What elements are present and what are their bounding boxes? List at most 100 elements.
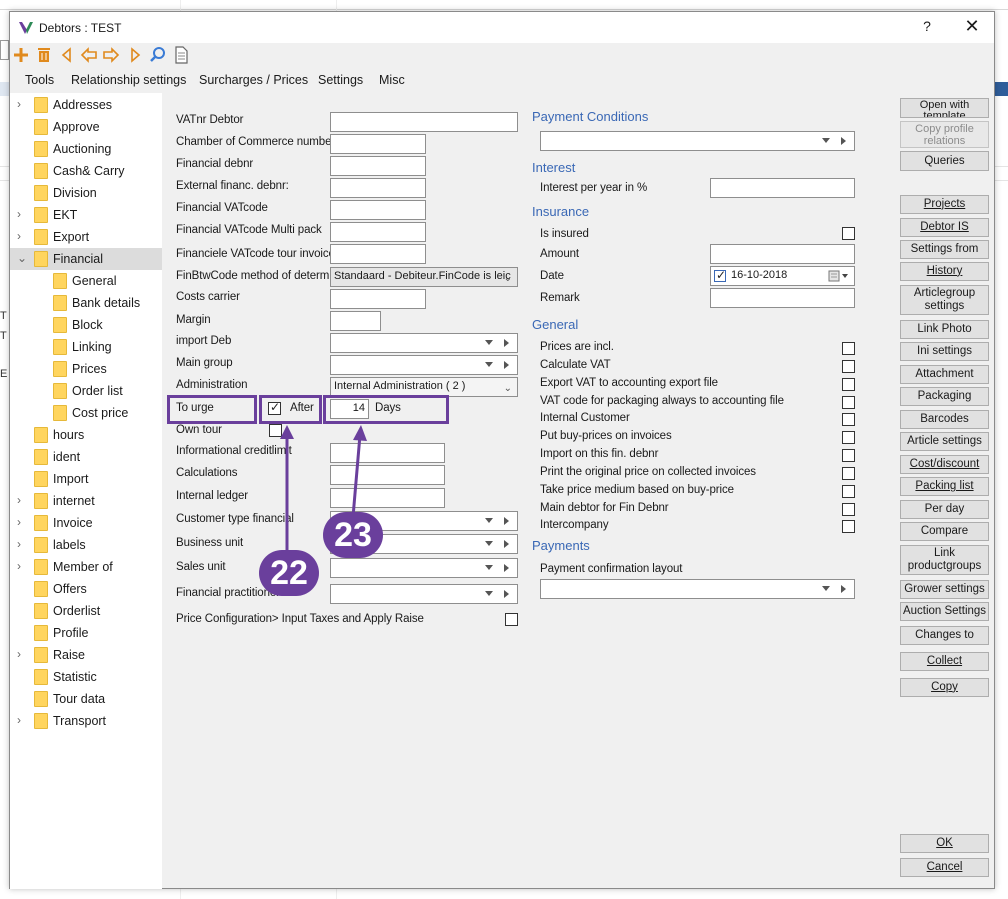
tree-item-hours[interactable]: hours bbox=[10, 424, 162, 446]
remark-input[interactable] bbox=[710, 288, 855, 308]
arrow-right-icon[interactable] bbox=[841, 585, 846, 593]
cancel-button[interactable]: Cancel bbox=[900, 858, 989, 877]
copy-profile-relations-button[interactable]: Copy profile relations bbox=[900, 121, 989, 148]
finbtw-method-select[interactable]: Standaard - Debiteur.FinCode is leic ⌄ bbox=[330, 267, 518, 287]
sales-unit-select[interactable] bbox=[330, 558, 518, 578]
help-button[interactable]: ? bbox=[918, 18, 936, 34]
ok-button[interactable]: OK bbox=[900, 834, 989, 853]
tree-item-block[interactable]: Block bbox=[10, 314, 162, 336]
menu-tools[interactable]: Tools bbox=[25, 73, 54, 87]
barcodes-button[interactable]: Barcodes bbox=[900, 410, 989, 429]
general-option-checkbox[interactable] bbox=[842, 360, 855, 373]
next-record-icon[interactable] bbox=[102, 46, 120, 64]
is-insured-checkbox[interactable] bbox=[842, 227, 855, 240]
general-option-checkbox[interactable] bbox=[842, 449, 855, 462]
tree-item-labels[interactable]: › labels bbox=[10, 534, 162, 556]
cost-discount-button[interactable]: Cost/discount bbox=[900, 455, 989, 474]
interest-per-year-input[interactable] bbox=[710, 178, 855, 198]
fin-vatcode-multi-input[interactable] bbox=[330, 222, 426, 242]
queries-button[interactable]: Queries bbox=[900, 151, 989, 171]
auction-settings-button[interactable]: Auction Settings bbox=[900, 602, 989, 621]
tree-item-offers[interactable]: Offers bbox=[10, 578, 162, 600]
tree-item-raise[interactable]: › Raise bbox=[10, 644, 162, 666]
last-record-icon[interactable] bbox=[126, 46, 144, 64]
info-creditlimit-input[interactable] bbox=[330, 443, 445, 463]
arrow-right-icon[interactable] bbox=[504, 517, 509, 525]
tree-item-order-list[interactable]: Order list bbox=[10, 380, 162, 402]
general-option-checkbox[interactable] bbox=[842, 413, 855, 426]
expand-icon[interactable]: › bbox=[17, 515, 27, 529]
arrow-right-icon[interactable] bbox=[504, 540, 509, 548]
grower-settings-button[interactable]: Grower settings bbox=[900, 580, 989, 599]
link-productgroups-button[interactable]: Link productgroups bbox=[900, 545, 989, 575]
calendar-icon[interactable] bbox=[828, 270, 850, 282]
general-option-checkbox[interactable] bbox=[842, 431, 855, 444]
arrow-right-icon[interactable] bbox=[504, 361, 509, 369]
tree-item-tour-data[interactable]: Tour data bbox=[10, 688, 162, 710]
packaging-button[interactable]: Packaging bbox=[900, 387, 989, 406]
tree-item-import[interactable]: Import bbox=[10, 468, 162, 490]
document-icon[interactable] bbox=[172, 46, 190, 64]
fin-debnr-input[interactable] bbox=[330, 156, 426, 176]
tree-item-addresses[interactable]: › Addresses bbox=[10, 94, 162, 116]
tree-item-approve[interactable]: Approve bbox=[10, 116, 162, 138]
expand-icon[interactable]: › bbox=[17, 559, 27, 573]
tree-item-cash-carry[interactable]: Cash& Carry bbox=[10, 160, 162, 182]
calculations-input[interactable] bbox=[330, 465, 445, 485]
compare-button[interactable]: Compare bbox=[900, 522, 989, 541]
ext-debnr-input[interactable] bbox=[330, 178, 426, 198]
copy-button[interactable]: Copy bbox=[900, 678, 989, 697]
article-settings-button[interactable]: Article settings bbox=[900, 432, 989, 451]
tree-item-statistic[interactable]: Statistic bbox=[10, 666, 162, 688]
collect-button[interactable]: Collect bbox=[900, 652, 989, 671]
menu-relationship-settings[interactable]: Relationship settings bbox=[71, 73, 186, 87]
open-with-template-button[interactable]: Open with template bbox=[900, 98, 989, 118]
general-option-checkbox[interactable] bbox=[842, 503, 855, 516]
menu-surcharges-prices[interactable]: Surcharges / Prices bbox=[199, 73, 308, 87]
margin-input[interactable] bbox=[330, 311, 381, 331]
tree-item-orderlist[interactable]: Orderlist bbox=[10, 600, 162, 622]
add-icon[interactable] bbox=[12, 46, 30, 64]
general-option-checkbox[interactable] bbox=[842, 378, 855, 391]
tree-item-general[interactable]: General bbox=[10, 270, 162, 292]
first-record-icon[interactable] bbox=[58, 46, 76, 64]
date-enabled-checkbox[interactable] bbox=[714, 268, 726, 282]
payment-conditions-select[interactable] bbox=[540, 131, 855, 151]
general-option-checkbox[interactable] bbox=[842, 342, 855, 355]
search-icon[interactable] bbox=[149, 46, 167, 64]
tree-item-cost-price[interactable]: Cost price bbox=[10, 402, 162, 424]
costs-carrier-input[interactable] bbox=[330, 289, 426, 309]
tree-item-invoice[interactable]: › Invoice bbox=[10, 512, 162, 534]
arrow-right-icon[interactable] bbox=[504, 590, 509, 598]
packing-list-button[interactable]: Packing list bbox=[900, 477, 989, 496]
tree-item-transport[interactable]: › Transport bbox=[10, 710, 162, 732]
tree-item-division[interactable]: Division bbox=[10, 182, 162, 204]
general-option-checkbox[interactable] bbox=[842, 467, 855, 480]
arrow-right-icon[interactable] bbox=[841, 137, 846, 145]
attachment-button[interactable]: Attachment bbox=[900, 365, 989, 384]
expand-icon[interactable]: › bbox=[17, 713, 27, 727]
fin-vatcode-input[interactable] bbox=[330, 200, 426, 220]
import-deb-select[interactable] bbox=[330, 333, 518, 353]
expand-icon[interactable]: › bbox=[17, 229, 27, 243]
tree-item-ident[interactable]: ident bbox=[10, 446, 162, 468]
tree-item-internet[interactable]: › internet bbox=[10, 490, 162, 512]
general-option-checkbox[interactable] bbox=[842, 485, 855, 498]
menu-settings[interactable]: Settings bbox=[318, 73, 363, 87]
arrow-right-icon[interactable] bbox=[504, 564, 509, 572]
history-button[interactable]: History bbox=[900, 262, 989, 281]
fin-vatcode-tour-input[interactable] bbox=[330, 244, 426, 264]
menu-misc[interactable]: Misc bbox=[379, 73, 405, 87]
vatnr-debtor-input[interactable] bbox=[330, 112, 518, 132]
fin-practitioner-select[interactable] bbox=[330, 584, 518, 604]
expand-icon[interactable]: › bbox=[17, 97, 27, 111]
tree-item-export[interactable]: › Export bbox=[10, 226, 162, 248]
general-option-checkbox[interactable] bbox=[842, 396, 855, 409]
tree-item-auctioning[interactable]: Auctioning bbox=[10, 138, 162, 160]
expand-icon[interactable]: › bbox=[17, 537, 27, 551]
general-option-checkbox[interactable] bbox=[842, 520, 855, 533]
expand-icon[interactable]: ⌄ bbox=[17, 251, 27, 265]
payment-layout-select[interactable] bbox=[540, 579, 855, 599]
chamber-input[interactable] bbox=[330, 134, 426, 154]
tree-item-member-of[interactable]: › Member of bbox=[10, 556, 162, 578]
